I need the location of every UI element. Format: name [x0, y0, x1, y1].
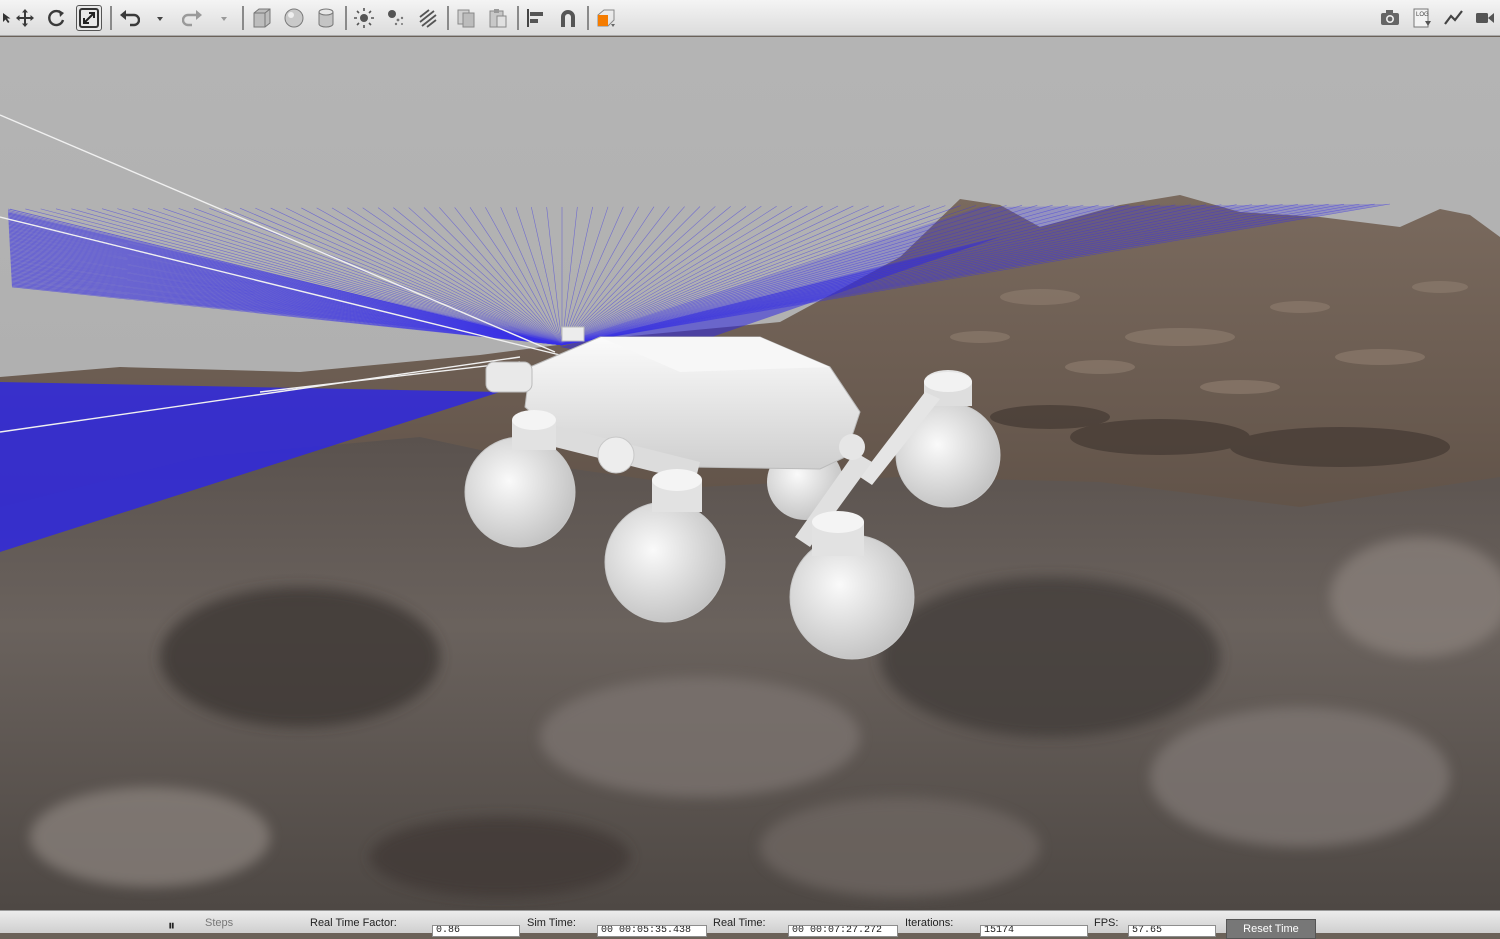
sim-time-label: Sim Time:	[527, 917, 576, 929]
real-time-factor-label: Real Time Factor:	[310, 917, 397, 929]
step-button[interactable]: Steps	[205, 917, 233, 929]
svg-text:LOG: LOG	[1416, 12, 1429, 18]
3d-scene-viewport[interactable]	[0, 37, 1500, 910]
toolbar-separator	[242, 6, 244, 30]
fps-value: 57.65	[1128, 925, 1216, 937]
real-time-factor-value: 0.86	[432, 925, 520, 937]
video-record-icon[interactable]	[1472, 5, 1498, 31]
toolbar-separator	[517, 6, 519, 30]
copy-icon[interactable]	[453, 5, 479, 31]
undo-history-chevron-icon[interactable]	[153, 5, 167, 31]
toolbar-separator	[447, 6, 449, 30]
scale-mode-icon[interactable]	[76, 5, 102, 31]
fps-label: FPS:	[1094, 917, 1119, 929]
redo-icon[interactable]	[180, 5, 206, 31]
pause-button[interactable]: ⏸	[168, 917, 175, 934]
redo-history-chevron-icon[interactable]	[217, 5, 231, 31]
undo-icon[interactable]	[116, 5, 142, 31]
reset-time-button[interactable]: Reset Time	[1226, 919, 1316, 939]
real-time-value: 00 00:07:27.272	[788, 925, 898, 937]
toolbar-separator	[110, 6, 112, 30]
screenshot-camera-icon[interactable]	[1377, 5, 1403, 31]
box-shape-icon[interactable]	[249, 5, 275, 31]
sim-time-value: 00 00:05:35.438	[597, 925, 707, 937]
iterations-value: 15174	[980, 925, 1088, 937]
snap-magnet-icon[interactable]	[555, 5, 581, 31]
change-view-angle-icon[interactable]	[593, 5, 619, 31]
cylinder-shape-icon[interactable]	[313, 5, 339, 31]
sphere-shape-icon[interactable]	[281, 5, 307, 31]
main-toolbar: LOG	[0, 0, 1500, 36]
point-light-icon[interactable]	[351, 5, 377, 31]
directional-light-icon[interactable]	[415, 5, 441, 31]
paste-icon[interactable]	[485, 5, 511, 31]
log-data-icon[interactable]: LOG	[1409, 5, 1435, 31]
align-icon[interactable]	[523, 5, 549, 31]
plot-graph-icon[interactable]	[1441, 5, 1467, 31]
spot-light-icon[interactable]	[383, 5, 409, 31]
translate-mode-icon[interactable]	[12, 5, 38, 31]
scene-render	[0, 37, 1500, 910]
real-time-label: Real Time:	[713, 917, 766, 929]
toolbar-separator	[345, 6, 347, 30]
iterations-label: Iterations:	[905, 917, 954, 929]
status-bar: ⏸ Steps Real Time Factor: 0.86 Sim Time:…	[0, 910, 1500, 939]
toolbar-separator	[587, 6, 589, 30]
rotate-mode-icon[interactable]	[43, 5, 69, 31]
